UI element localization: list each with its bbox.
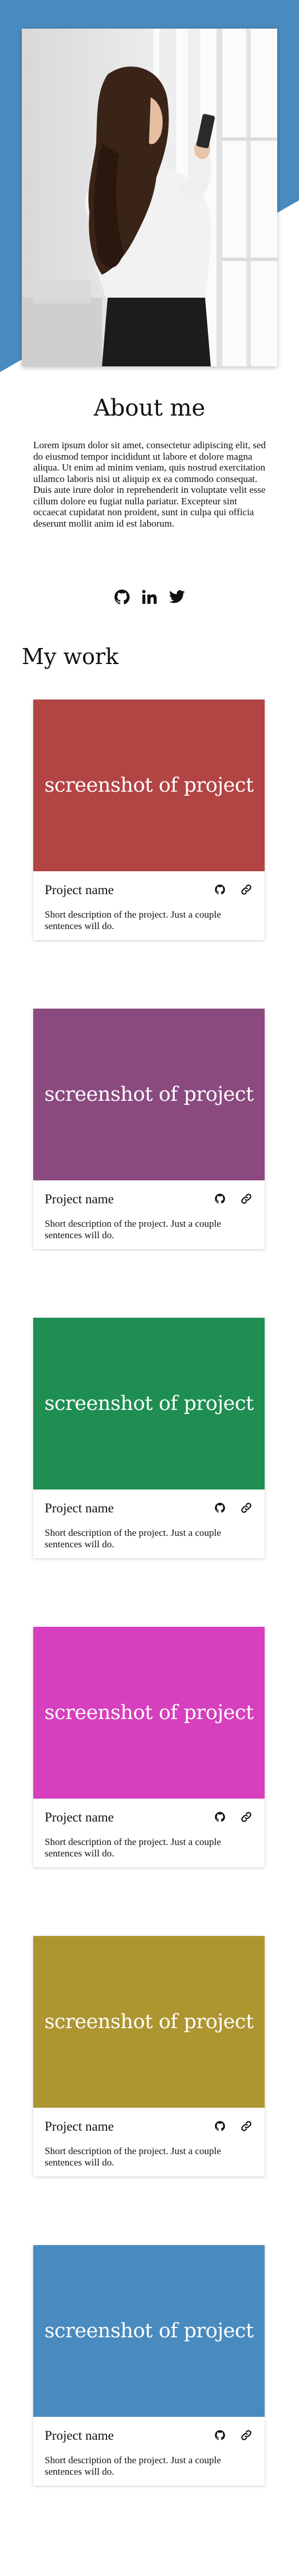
- hero-section: [0, 0, 299, 372]
- project-card: screenshot of project Project name Short…: [33, 2245, 265, 2486]
- github-icon[interactable]: [214, 1502, 226, 1514]
- project-description: Short description of the project. Just a…: [45, 2146, 221, 2168]
- project-description: Short description of the project. Just a…: [45, 1527, 221, 1550]
- project-card-body: Project name Short description of the pr…: [33, 1180, 265, 1240]
- project-description: Short description of the project. Just a…: [45, 909, 221, 931]
- project-card: screenshot of project Project name Short…: [33, 700, 265, 940]
- project-links: [214, 1502, 252, 1514]
- project-card-body: Project name Short description of the pr…: [33, 2108, 265, 2168]
- project-screenshot: screenshot of project: [33, 1009, 265, 1180]
- linkedin-icon[interactable]: [141, 588, 158, 606]
- project-links: [214, 1193, 252, 1204]
- profile-photo-image: [22, 29, 277, 366]
- project-card-body: Project name Short description of the pr…: [33, 2417, 265, 2477]
- link-icon[interactable]: [241, 1193, 252, 1204]
- link-icon[interactable]: [241, 2120, 252, 2132]
- project-links: [214, 2120, 252, 2132]
- github-icon[interactable]: [214, 2429, 226, 2441]
- github-icon[interactable]: [214, 2120, 226, 2132]
- about-text: Lorem ipsum dolor sit amet, consectetur …: [33, 440, 266, 529]
- project-card-body: Project name Short description of the pr…: [33, 871, 265, 931]
- project-screenshot: screenshot of project: [33, 1318, 265, 1490]
- project-description: Short description of the project. Just a…: [45, 1218, 221, 1240]
- github-icon[interactable]: [113, 588, 131, 606]
- profile-photo: [22, 29, 277, 366]
- my-work-title: My work: [22, 644, 119, 669]
- github-icon[interactable]: [214, 884, 226, 895]
- project-description: Short description of the project. Just a…: [45, 2455, 221, 2477]
- link-icon[interactable]: [241, 1502, 252, 1514]
- project-card: screenshot of project Project name Short…: [33, 1009, 265, 1249]
- project-card: screenshot of project Project name Short…: [33, 1627, 265, 1867]
- project-list: screenshot of project Project name Short…: [33, 700, 265, 2554]
- project-card-body: Project name Short description of the pr…: [33, 1799, 265, 1859]
- project-links: [214, 884, 252, 895]
- social-links: [0, 588, 299, 606]
- project-screenshot: screenshot of project: [33, 1627, 265, 1799]
- project-links: [214, 1811, 252, 1823]
- project-screenshot: screenshot of project: [33, 700, 265, 871]
- project-links: [214, 2429, 252, 2441]
- twitter-icon[interactable]: [168, 588, 186, 606]
- project-card: screenshot of project Project name Short…: [33, 1318, 265, 1558]
- link-icon[interactable]: [241, 884, 252, 895]
- github-icon[interactable]: [214, 1193, 226, 1204]
- about-title: About me: [93, 395, 206, 421]
- project-screenshot: screenshot of project: [33, 2245, 265, 2417]
- project-card-body: Project name Short description of the pr…: [33, 1490, 265, 1550]
- project-description: Short description of the project. Just a…: [45, 1836, 221, 1859]
- link-icon[interactable]: [241, 2429, 252, 2441]
- project-screenshot: screenshot of project: [33, 1936, 265, 2108]
- github-icon[interactable]: [214, 1811, 226, 1823]
- project-card: screenshot of project Project name Short…: [33, 1936, 265, 2176]
- link-icon[interactable]: [241, 1811, 252, 1823]
